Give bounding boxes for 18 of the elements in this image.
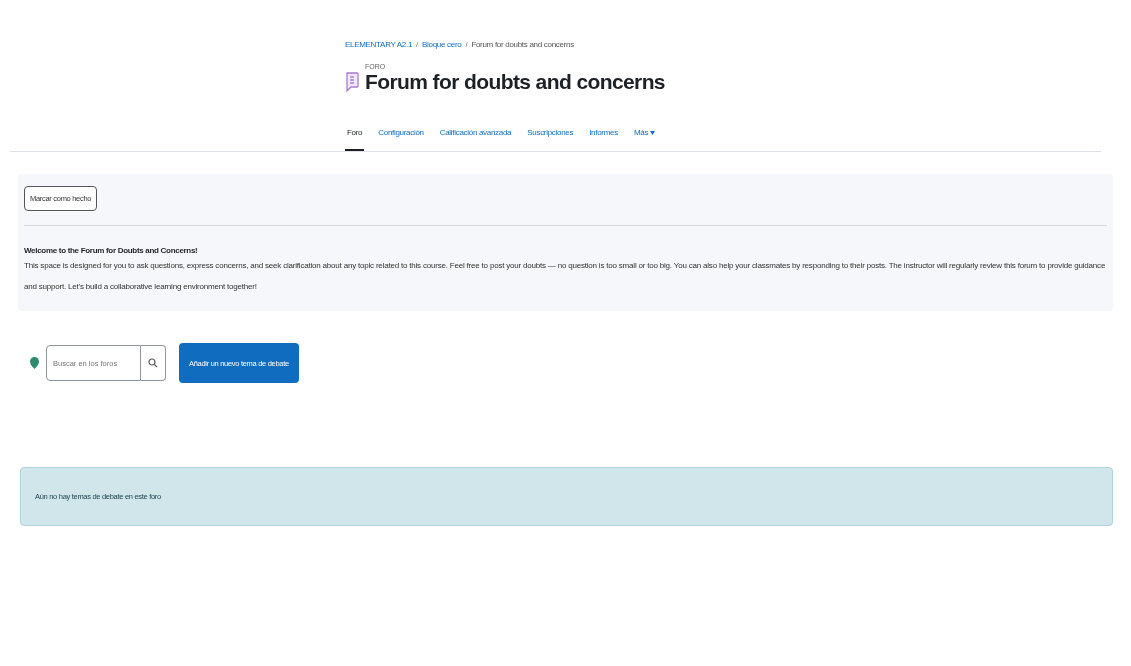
intro-heading: Welcome to the Forum for Doubts and Concerns!: [24, 246, 199, 255]
nav-tab[interactable]: Suscripciones: [525, 124, 576, 151]
nav-tab[interactable]: Configuración: [376, 124, 426, 151]
breadcrumb-link[interactable]: Bloque cero: [422, 40, 462, 49]
nav-tab[interactable]: Foro: [345, 124, 365, 151]
nav-tab[interactable]: Más: [631, 124, 658, 151]
intro-text: This space is designed for you to ask questions, express concerns, and seek clarification about any topic related to this course. Feel free to post your doubts — no question is too small or too big. You can also help your classmates by responding to their posts. The instructor will regularly review this forum to provide guidance and support. Let's build a collaborative learning environment together!: [24, 260, 1107, 293]
breadcrumb-link[interactable]: ELEMENTARY A2.1: [345, 40, 413, 49]
breadcrumb-separator: /: [416, 40, 419, 49]
nav-tab[interactable]: Calificación avanzada: [437, 124, 514, 151]
nav-tab[interactable]: Informes: [587, 124, 620, 151]
breadcrumb-separator: /: [465, 40, 468, 49]
search-button[interactable]: [141, 345, 166, 381]
search-icon: [148, 358, 158, 368]
breadcrumb-link[interactable]: Forum for doubts and concerns: [471, 40, 574, 49]
marker-icon: [30, 357, 39, 369]
forum-icon: [345, 70, 359, 93]
page-title: Forum for doubts and concerns: [365, 70, 665, 94]
